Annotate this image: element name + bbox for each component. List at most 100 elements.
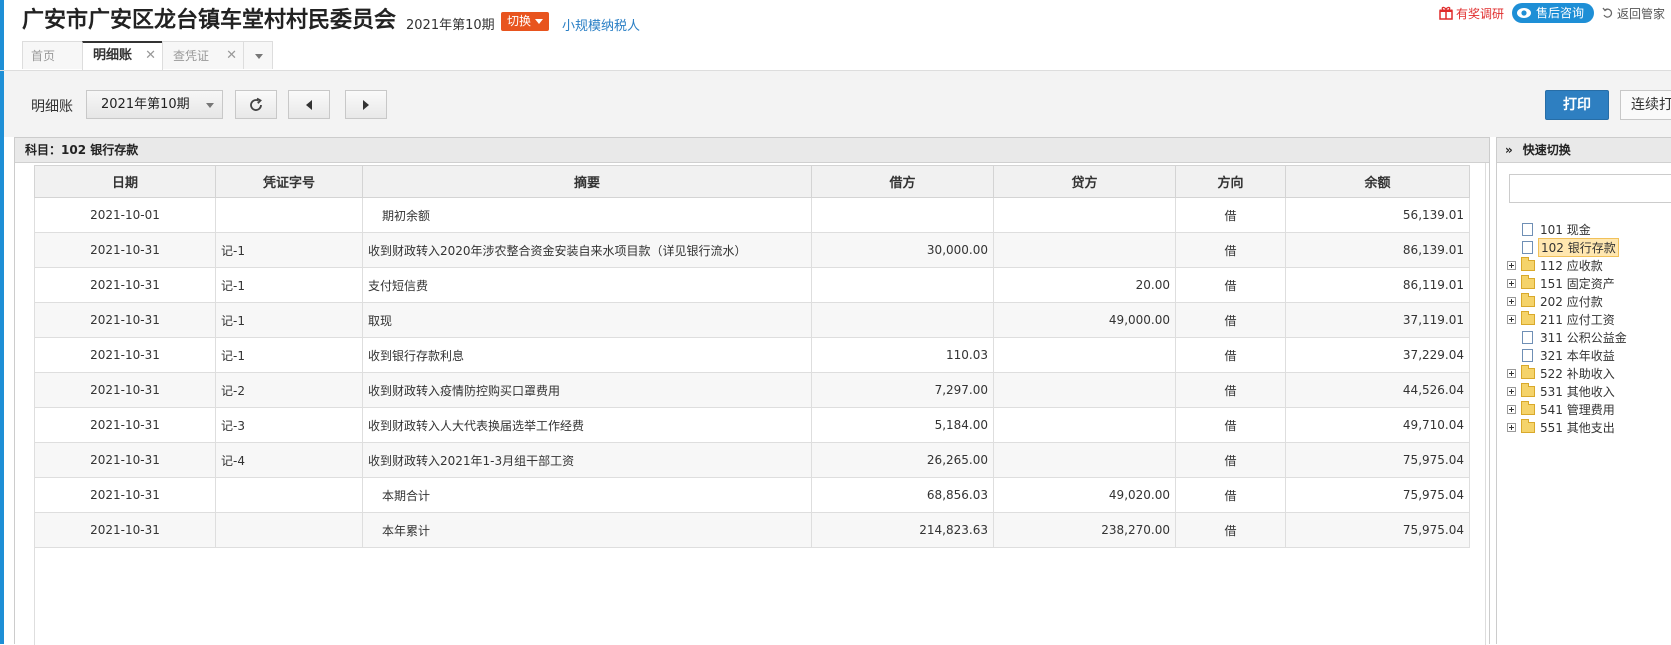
expand-icon[interactable] [1507, 386, 1516, 396]
table-row[interactable]: 2021-10-31 记-1 取现 49,000.00 借 37,119.01 [34, 302, 1470, 338]
tree-item[interactable]: 522 补助收入 [1507, 364, 1629, 382]
tree-item-label: 211 应付工资 [1540, 312, 1615, 327]
continuous-print-button[interactable]: 连续打 [1620, 90, 1671, 120]
next-period-button[interactable] [345, 90, 387, 119]
cell-direction: 借 [1175, 442, 1286, 478]
triangle-right-icon [363, 99, 369, 110]
document-icon [1522, 348, 1533, 362]
cell-balance: 37,119.01 [1285, 302, 1470, 338]
taxpayer-type-link[interactable]: 小规模纳税人 [562, 15, 640, 34]
prev-period-button[interactable] [288, 90, 330, 119]
close-icon[interactable]: ✕ [226, 42, 237, 70]
expand-icon[interactable] [1507, 404, 1516, 414]
col-header-credit[interactable]: 贷方 [993, 165, 1176, 198]
table-row[interactable]: 2021-10-01 期初余额 借 56,139.01 [34, 197, 1470, 233]
tab-home[interactable]: 首页 [22, 41, 83, 69]
document-icon [1522, 330, 1533, 344]
tree-item[interactable]: 531 其他收入 [1507, 382, 1629, 400]
cell-direction: 借 [1175, 267, 1286, 303]
quick-switch-search-input[interactable] [1509, 174, 1671, 203]
tree-item[interactable]: 102 银行存款 [1507, 237, 1629, 257]
tree-item-label: 321 本年收益 [1540, 348, 1615, 363]
switch-period-button[interactable]: 切换 [501, 12, 550, 31]
expand-icon[interactable] [1507, 296, 1516, 306]
cell-voucher[interactable] [215, 512, 363, 548]
expand-icon[interactable] [1507, 314, 1516, 324]
tree-item[interactable]: 541 管理费用 [1507, 400, 1629, 418]
cell-voucher[interactable]: 记-1 [215, 232, 363, 268]
service-label: 售后咨询 [1535, 6, 1584, 20]
back-to-manager-link[interactable]: 返回管家 [1602, 5, 1671, 22]
cell-balance: 75,975.04 [1285, 442, 1470, 478]
cell-date: 2021-10-31 [34, 337, 216, 373]
cell-direction: 借 [1175, 337, 1286, 373]
col-header-balance[interactable]: 余额 [1285, 165, 1470, 198]
table-row[interactable]: 2021-10-31 记-2 收到财政转入疫情防控购买口罩费用 7,297.00… [34, 372, 1470, 408]
cell-summary: 收到银行存款利息 [362, 337, 812, 373]
cell-voucher[interactable]: 记-3 [215, 407, 363, 443]
tree-item[interactable]: 551 其他支出 [1507, 418, 1629, 436]
tree-item-label: 112 应收款 [1540, 258, 1603, 273]
table-row[interactable]: 2021-10-31 本年累计 214,823.63 238,270.00 借 … [34, 512, 1470, 548]
folder-icon [1521, 256, 1535, 271]
expand-icon[interactable] [1507, 422, 1516, 432]
expand-icon[interactable] [1507, 368, 1516, 378]
table-row[interactable]: 2021-10-31 本期合计 68,856.03 49,020.00 借 75… [34, 477, 1470, 513]
tree-item[interactable]: 112 应收款 [1507, 256, 1629, 274]
cell-voucher[interactable]: 记-1 [215, 302, 363, 338]
cell-summary: 收到财政转入2021年1-3月组干部工资 [362, 442, 812, 478]
tree-item[interactable]: 101 现金 [1507, 220, 1629, 238]
cell-voucher[interactable]: 记-4 [215, 442, 363, 478]
folder-icon [1521, 310, 1535, 325]
cell-credit [993, 232, 1176, 268]
table-row[interactable]: 2021-10-31 记-1 收到财政转入2020年涉农整合资金安装自来水项目款… [34, 232, 1470, 268]
tree-item[interactable]: 321 本年收益 [1507, 346, 1629, 364]
double-chevron-right-icon[interactable]: » [1505, 143, 1513, 157]
cell-voucher[interactable] [215, 477, 363, 513]
cell-voucher[interactable]: 记-2 [215, 372, 363, 408]
period-select[interactable]: 2021年第10期 [86, 90, 223, 119]
print-button[interactable]: 打印 [1545, 90, 1609, 120]
tab-detail-ledger[interactable]: 明细账 ✕ [82, 41, 163, 70]
col-header-voucher[interactable]: 凭证字号 [215, 165, 363, 198]
expand-icon[interactable] [1507, 260, 1516, 270]
scrollbar-track[interactable] [1485, 163, 1486, 645]
document-icon [1522, 240, 1533, 254]
tree-item[interactable]: 211 应付工资 [1507, 310, 1629, 328]
cell-balance: 75,975.04 [1285, 477, 1470, 513]
tab-query-voucher[interactable]: 查凭证 ✕ [162, 41, 244, 69]
refresh-button[interactable] [235, 90, 277, 119]
cell-balance: 86,119.01 [1285, 267, 1470, 303]
col-header-direction[interactable]: 方向 [1175, 165, 1286, 198]
cell-voucher[interactable]: 记-1 [215, 267, 363, 303]
cell-direction: 借 [1175, 302, 1286, 338]
tree-item[interactable]: 202 应付款 [1507, 292, 1629, 310]
service-consult-button[interactable]: 售后咨询 [1511, 3, 1594, 23]
col-header-debit[interactable]: 借方 [811, 165, 994, 198]
cell-date: 2021-10-31 [34, 477, 216, 513]
table-row[interactable]: 2021-10-31 记-1 收到银行存款利息 110.03 借 37,229.… [34, 337, 1470, 373]
table-row[interactable]: 2021-10-31 记-1 支付短信费 20.00 借 86,119.01 [34, 267, 1470, 303]
survey-label: 有奖调研 [1455, 6, 1504, 21]
tree-item-label: 522 补助收入 [1540, 366, 1615, 381]
cell-voucher[interactable]: 记-1 [215, 337, 363, 373]
tab-label: 明细账 [93, 48, 133, 63]
expand-icon[interactable] [1507, 278, 1516, 288]
tree-item-label: 101 现金 [1540, 222, 1591, 237]
cell-balance: 44,526.04 [1285, 372, 1470, 408]
cell-date: 2021-10-31 [34, 407, 216, 443]
tree-item[interactable]: 311 公积公益金 [1507, 328, 1629, 346]
cell-date: 2021-10-31 [34, 302, 216, 338]
tab-more-dropdown[interactable] [243, 41, 273, 69]
close-icon[interactable]: ✕ [145, 43, 156, 69]
cell-date: 2021-10-31 [34, 512, 216, 548]
cell-credit [993, 372, 1176, 408]
survey-link[interactable]: 有奖调研 [1439, 5, 1504, 22]
cell-voucher[interactable] [215, 197, 363, 233]
col-header-date[interactable]: 日期 [34, 165, 216, 198]
tree-item-label: 102 银行存款 [1538, 237, 1619, 257]
tree-item[interactable]: 151 固定资产 [1507, 274, 1629, 292]
col-header-summary[interactable]: 摘要 [362, 165, 812, 198]
table-row[interactable]: 2021-10-31 记-4 收到财政转入2021年1-3月组干部工资 26,2… [34, 442, 1470, 478]
table-row[interactable]: 2021-10-31 记-3 收到财政转入人大代表换届选举工作经费 5,184.… [34, 407, 1470, 443]
